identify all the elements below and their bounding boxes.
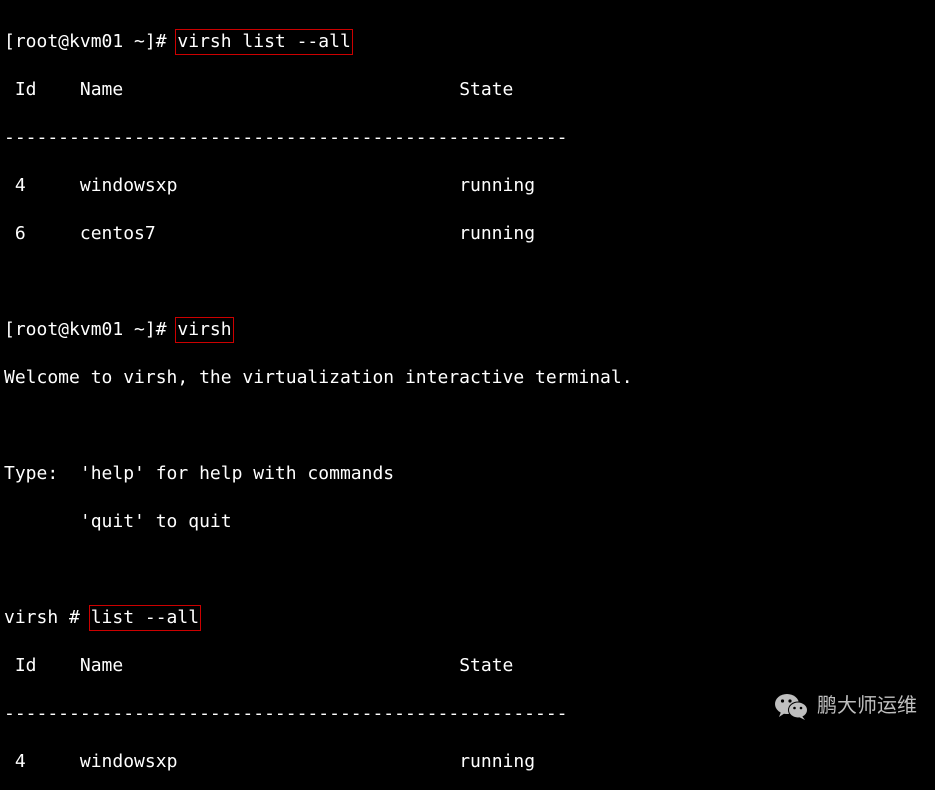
- col-id: Id: [4, 655, 37, 676]
- prompt: virsh #: [4, 607, 91, 628]
- cell-name: centos7: [80, 223, 156, 244]
- blank-line: [4, 270, 931, 294]
- cell-id: 6: [4, 223, 26, 244]
- cell-state: running: [459, 223, 535, 244]
- cmd-line-2: [root@kvm01 ~]# virsh: [4, 318, 931, 342]
- watermark: 鹏大师运维: [775, 644, 917, 768]
- command-highlight: virsh list --all: [175, 29, 352, 55]
- blank-line: [4, 558, 931, 582]
- cell-name: windowsxp: [80, 751, 178, 772]
- cell-state: running: [459, 751, 535, 772]
- table-header-1: Id Name State: [4, 78, 931, 102]
- cell-state: running: [459, 175, 535, 196]
- cell-id: 4: [4, 175, 26, 196]
- help-line: Type: 'help' for help with commands: [4, 462, 931, 486]
- col-state: State: [459, 79, 513, 100]
- table-row: 4 windowsxp running: [4, 174, 931, 198]
- col-name: Name: [80, 655, 123, 676]
- command-highlight: list --all: [89, 605, 201, 631]
- help-line: 'quit' to quit: [4, 510, 931, 534]
- col-state: State: [459, 655, 513, 676]
- command-text: virsh list --all: [177, 31, 350, 52]
- col-name: Name: [80, 79, 123, 100]
- watermark-text: 鹏大师运维: [817, 694, 917, 718]
- command-text: list --all: [91, 607, 199, 628]
- cell-name: windowsxp: [80, 175, 178, 196]
- welcome-line: Welcome to virsh, the virtualization int…: [4, 366, 931, 390]
- prompt: [root@kvm01 ~]#: [4, 31, 177, 52]
- prompt: [root@kvm01 ~]#: [4, 319, 177, 340]
- command-text: virsh: [177, 319, 231, 340]
- cell-id: 4: [4, 751, 26, 772]
- blank-line: [4, 414, 931, 438]
- command-highlight: virsh: [175, 317, 233, 343]
- wechat-icon: [775, 644, 809, 768]
- cmd-line-3: virsh # list --all: [4, 606, 931, 630]
- divider-1: ----------------------------------------…: [4, 126, 931, 150]
- terminal[interactable]: [root@kvm01 ~]# virsh list --all Id Name…: [0, 0, 935, 790]
- cmd-line-1: [root@kvm01 ~]# virsh list --all: [4, 30, 931, 54]
- col-id: Id: [4, 79, 37, 100]
- table-row: 6 centos7 running: [4, 222, 931, 246]
